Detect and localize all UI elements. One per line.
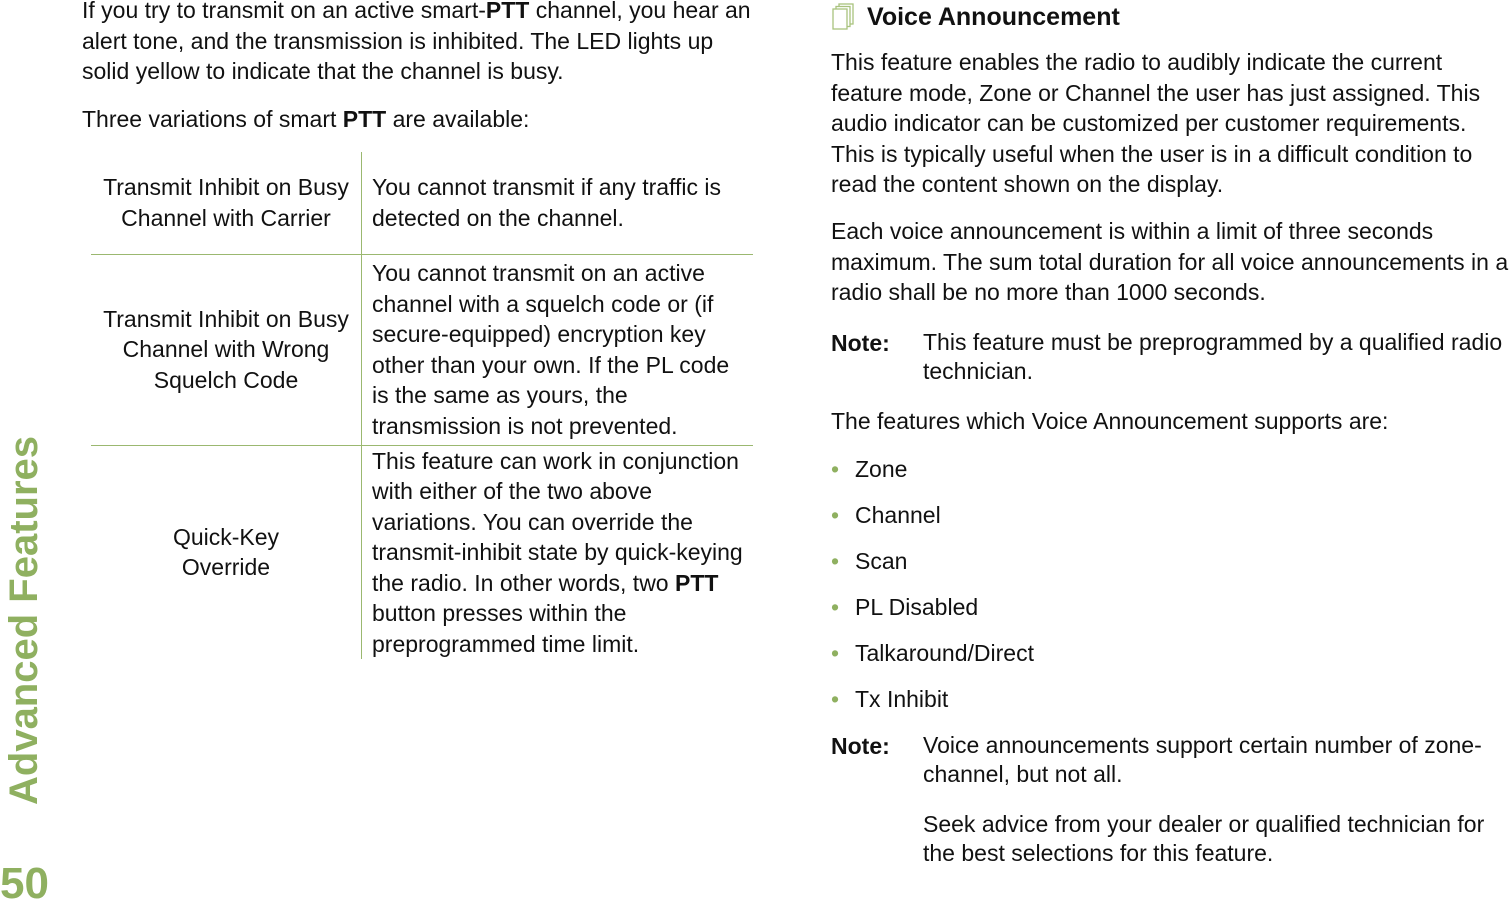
variation-name: Transmit Inhibit on Busy Channel with Wr…	[91, 253, 362, 445]
list-item: • Scan	[831, 546, 1034, 592]
paragraph: Each voice announcement is within a limi…	[831, 218, 1509, 305]
text: Three variations of smart	[82, 106, 343, 132]
intro-paragraph: If you try to transmit on an active smar…	[82, 0, 762, 87]
item-text: Scan	[855, 548, 908, 574]
page-number: 50	[0, 859, 49, 908]
ptt-variations-table: Transmit Inhibit on Busy Channel with Ca…	[91, 152, 753, 659]
item-text: PL Disabled	[855, 594, 979, 620]
variation-name: Quick-Key Override	[91, 444, 362, 659]
paragraph: This feature enables the radio to audibl…	[831, 49, 1481, 197]
note-text: This feature must be preprogrammed by a …	[923, 329, 1503, 384]
table-row: Transmit Inhibit on Busy Channel with Wr…	[91, 253, 753, 445]
note: Note: This feature must be preprogrammed…	[831, 328, 1510, 386]
variation-desc: You cannot transmit on an active channel…	[361, 253, 753, 445]
bullet-icon: •	[831, 594, 840, 620]
variations-paragraph: Three variations of smart PTT are availa…	[82, 104, 529, 135]
variation-desc: You cannot transmit if any traffic is de…	[372, 174, 722, 231]
section-label: Advanced Features	[2, 435, 46, 805]
feature-list: • Zone • Channel • Scan • PL Disabled • Talka…	[831, 454, 1034, 730]
note-text: Seek advice from your dealer or qualifie…	[923, 811, 1485, 866]
item-text: Tx Inhibit	[855, 686, 949, 712]
list-item: • Zone	[831, 454, 1034, 500]
bullet-icon: •	[831, 456, 840, 482]
bullet-icon: •	[831, 640, 840, 666]
list-item: • Talkaround/Direct	[831, 638, 1034, 684]
item-text: Zone	[855, 456, 908, 482]
heading-text: Voice Announcement	[867, 3, 1120, 31]
note: Note: Voice announcements support certai…	[831, 731, 1510, 868]
table-row: Transmit Inhibit on Busy Channel with Ca…	[91, 152, 753, 254]
text: button presses within the preprogrammed …	[372, 600, 640, 657]
note-label: Note:	[831, 733, 890, 759]
section-heading: Voice Announcement	[831, 2, 1120, 33]
item-text: Channel	[855, 502, 941, 528]
variation-name: Transmit Inhibit on Busy Channel with Ca…	[91, 152, 362, 254]
text: If you try to transmit on an active smar…	[82, 0, 486, 23]
list-item: • PL Disabled	[831, 592, 1034, 638]
ptt-bold: PTT	[675, 569, 719, 596]
list-item: • Channel	[831, 500, 1034, 546]
ptt-bold: PTT	[342, 106, 387, 132]
pages-icon	[832, 3, 854, 30]
item-text: Talkaround/Direct	[855, 640, 1034, 666]
text: are available:	[386, 106, 530, 132]
table-row: Quick-Key Override This feature can work…	[91, 444, 753, 659]
variation-desc: This feature can work in conjunction wit…	[361, 444, 753, 659]
list-item: • Tx Inhibit	[831, 684, 1034, 730]
ptt-bold: PTT	[485, 0, 530, 23]
bullet-icon: •	[831, 686, 840, 712]
bullet-icon: •	[831, 548, 840, 574]
note-text: Voice announcements support certain numb…	[923, 732, 1482, 787]
note-label: Note:	[831, 330, 890, 356]
paragraph: The features which Voice Announcement su…	[831, 408, 1389, 434]
bullet-icon: •	[831, 502, 840, 528]
